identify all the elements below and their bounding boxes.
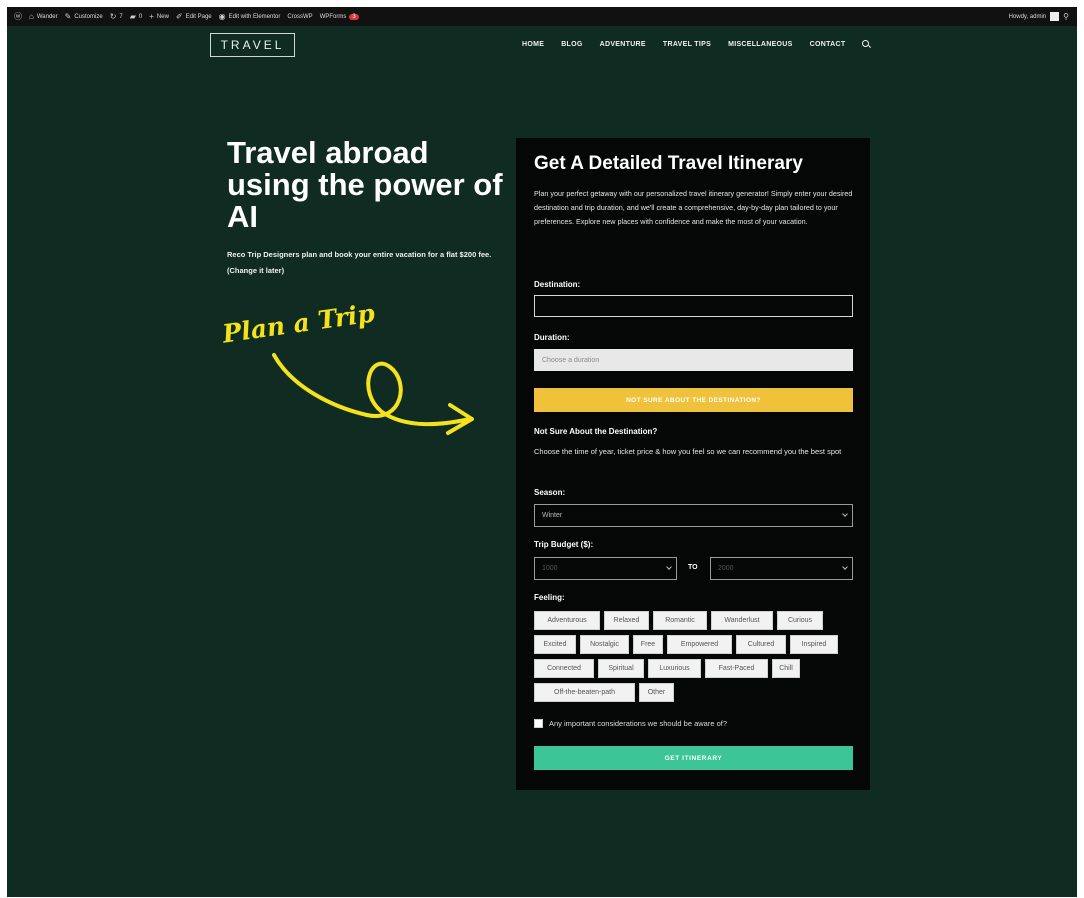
- brush-icon: ✎: [64, 12, 72, 21]
- admin-comments-link[interactable]: ▰ 0: [130, 12, 143, 21]
- budget-label: Trip Budget ($):: [534, 540, 594, 549]
- feeling-label: Feeling:: [534, 593, 565, 602]
- feeling-chip[interactable]: Nostalgic: [580, 635, 629, 654]
- home-icon: ⌂: [29, 12, 34, 21]
- notification-badge: 3: [349, 13, 359, 20]
- feeling-chip[interactable]: Other: [639, 683, 674, 702]
- search-icon[interactable]: ⚲: [1063, 12, 1069, 21]
- feeling-chip[interactable]: Chill: [772, 659, 800, 678]
- curly-arrow-icon: [272, 353, 474, 435]
- main-nav: HOME BLOG ADVENTURE TRAVEL TIPS MISCELLA…: [522, 40, 870, 48]
- feeling-chip[interactable]: Romantic: [653, 611, 707, 630]
- admin-crosswp-link[interactable]: CrossWP: [287, 14, 312, 20]
- hero-title: Travel abroad using the power of AI: [227, 135, 503, 234]
- nav-item-adventure[interactable]: ADVENTURE: [600, 41, 646, 48]
- search-icon[interactable]: [862, 40, 870, 48]
- budget-max-value: 2000: [718, 565, 734, 572]
- feeling-chip[interactable]: Adventurous: [534, 611, 600, 630]
- pencil-icon: ✐: [175, 12, 183, 21]
- feeling-chip[interactable]: Connected: [534, 659, 594, 678]
- destination-input[interactable]: [534, 295, 853, 317]
- admin-elementor-link[interactable]: ◉ Edit with Elementor: [219, 12, 281, 21]
- feeling-chip[interactable]: Fast-Paced: [705, 659, 768, 678]
- admin-wpforms-link[interactable]: WPForms 3: [320, 13, 359, 20]
- nav-item-blog[interactable]: BLOG: [561, 41, 582, 48]
- feeling-chip[interactable]: Empowered: [667, 635, 732, 654]
- nav-item-home[interactable]: HOME: [522, 41, 544, 48]
- howdy-user-link[interactable]: Howdy, admin: [1009, 14, 1047, 20]
- avatar[interactable]: [1050, 12, 1060, 21]
- feeling-chip[interactable]: Inspired: [790, 635, 838, 654]
- duration-label: Duration:: [534, 333, 570, 342]
- wordpress-logo-icon[interactable]: ⓦ: [14, 11, 22, 22]
- nav-item-travel-tips[interactable]: TRAVEL TIPS: [663, 41, 711, 48]
- destination-label: Destination:: [534, 280, 581, 289]
- feeling-chip[interactable]: Luxurious: [648, 659, 701, 678]
- feeling-chip[interactable]: Free: [633, 635, 663, 654]
- plus-icon: +: [149, 12, 154, 21]
- hero-subtitle: Reco Trip Designers plan and book your e…: [227, 250, 492, 275]
- feeling-chip[interactable]: Wanderlust: [711, 611, 773, 630]
- chevron-down-icon: [842, 564, 848, 570]
- admin-edit-page-link[interactable]: ✐ Edit Page: [176, 12, 212, 21]
- comment-icon: ▰: [129, 12, 136, 21]
- budget-to-label: TO: [688, 564, 698, 571]
- admin-customize-link[interactable]: ✎ Customize: [65, 12, 103, 21]
- considerations-checkbox[interactable]: [534, 719, 543, 728]
- admin-bar: ⓦ ⌂ Wander ✎ Customize ↻ 7 ▰ 0 + New ✐ Edit Pa…: [7, 7, 1077, 26]
- refresh-icon: ↻: [109, 12, 117, 21]
- season-value: Winter: [542, 512, 563, 519]
- page-frame: ⓦ ⌂ Wander ✎ Customize ↻ 7 ▰ 0 + New ✐ Edit Pa…: [7, 7, 1077, 897]
- itinerary-form-card: Get A Detailed Travel Itinerary Plan you…: [516, 138, 870, 790]
- feeling-chip[interactable]: Cultured: [736, 635, 786, 654]
- duration-input[interactable]: Choose a duration: [534, 349, 853, 371]
- nav-item-miscellaneous[interactable]: MISCELLANEOUS: [728, 41, 793, 48]
- not-sure-description: Choose the time of year, ticket price & …: [534, 447, 842, 456]
- elementor-icon: ◉: [218, 12, 226, 21]
- feeling-chip[interactable]: Spiritual: [598, 659, 644, 678]
- site-logo[interactable]: TRAVEL: [210, 33, 295, 57]
- not-sure-destination-button[interactable]: NOT SURE ABOUT THE DESTINATION?: [534, 388, 853, 412]
- considerations-row: Any important considerations we should b…: [534, 719, 727, 728]
- considerations-label[interactable]: Any important considerations we should b…: [549, 719, 727, 728]
- feeling-chip[interactable]: Off-the-beaten-path: [534, 683, 635, 702]
- chevron-down-icon: [842, 511, 848, 517]
- not-sure-heading: Not Sure About the Destination?: [534, 427, 658, 436]
- admin-updates-link[interactable]: ↻ 7: [110, 12, 123, 21]
- get-itinerary-button[interactable]: GET ITINERARY: [534, 746, 853, 770]
- form-description: Plan your perfect getaway with our perso…: [534, 189, 853, 226]
- feeling-chip[interactable]: Relaxed: [604, 611, 649, 630]
- budget-max-select[interactable]: 2000: [710, 557, 853, 580]
- feeling-chip[interactable]: Excited: [534, 635, 576, 654]
- form-title: Get A Detailed Travel Itinerary: [534, 153, 803, 174]
- season-label: Season:: [534, 488, 566, 497]
- season-select[interactable]: Winter: [534, 504, 853, 527]
- admin-site-link[interactable]: ⌂ Wander: [29, 12, 58, 21]
- feeling-chip[interactable]: Curious: [777, 611, 823, 630]
- admin-new-link[interactable]: + New: [149, 12, 169, 21]
- chevron-down-icon: [666, 564, 672, 570]
- budget-min-value: 1000: [542, 565, 558, 572]
- budget-min-select[interactable]: 1000: [534, 557, 677, 580]
- nav-item-contact[interactable]: CONTACT: [810, 41, 846, 48]
